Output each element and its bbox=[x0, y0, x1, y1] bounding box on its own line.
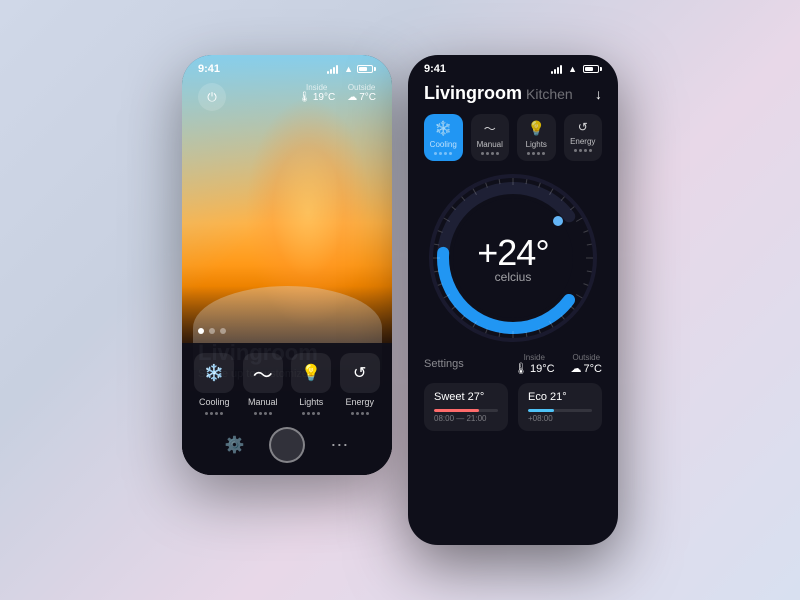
left-time: 9:41 bbox=[198, 63, 220, 75]
energy-label: Energy bbox=[345, 397, 374, 407]
cooling-dots bbox=[205, 412, 223, 415]
lights-label: Lights bbox=[299, 397, 323, 407]
right-status-icons: ▲ bbox=[551, 64, 602, 74]
manual-label: Manual bbox=[248, 397, 278, 407]
lights-tab-label: Lights bbox=[526, 140, 547, 149]
page-dots bbox=[198, 328, 376, 334]
thermostat-center: +24° celcius bbox=[477, 232, 548, 284]
right-battery-icon bbox=[583, 65, 602, 73]
right-wifi-icon: ▲ bbox=[568, 64, 577, 74]
manual-tab-icon: 〜 bbox=[484, 120, 496, 137]
temp-presets: Sweet 27° 08:00 — 21:00 Eco 21° +08:00 bbox=[408, 383, 618, 439]
left-status-icons: ▲ bbox=[327, 64, 376, 74]
tab-cooling[interactable]: ❄️ Cooling bbox=[424, 114, 463, 161]
preset-sweet-name: Sweet 27° bbox=[434, 391, 498, 403]
tab-manual[interactable]: 〜 Manual bbox=[471, 114, 510, 161]
right-outside-temp: Outside ☁ 7°C bbox=[571, 353, 602, 375]
preset-sweet[interactable]: Sweet 27° 08:00 — 21:00 bbox=[424, 383, 508, 431]
top-controls: ⏻ Inside 🌡 19°C Outside ☁ 7°C bbox=[198, 83, 376, 111]
preset-sweet-bar bbox=[434, 409, 498, 412]
manual-button[interactable]: 〜 Manual bbox=[239, 353, 288, 415]
cooling-tab-icon: ❄️ bbox=[435, 120, 452, 137]
energy-button[interactable]: ↺ Energy bbox=[336, 353, 385, 415]
preset-sweet-range: 08:00 — 21:00 bbox=[434, 414, 498, 423]
power-button[interactable]: ⏻ bbox=[198, 83, 226, 111]
preset-eco-range: +08:00 bbox=[528, 414, 592, 423]
left-phone: 9:41 ▲ ⏻ Inside bbox=[182, 55, 392, 475]
room-name-group: Livingroom Kitchen bbox=[424, 83, 573, 104]
bottom-info: Settings Inside 🌡 19°C Outside ☁ 7°C bbox=[408, 343, 618, 383]
dropdown-arrow-icon[interactable]: ↓ bbox=[595, 86, 602, 102]
lights-tab-icon: 💡 bbox=[528, 120, 545, 137]
thermostat-section: /* ticks generated below */ bbox=[408, 173, 618, 343]
room-main-title: Livingroom bbox=[424, 83, 522, 104]
control-buttons: ❄️ Cooling 〜 Manual bbox=[190, 353, 384, 415]
energy-tab-label: Energy bbox=[570, 137, 595, 146]
outside-temp: Outside ☁ 7°C bbox=[347, 83, 376, 111]
battery-icon bbox=[357, 65, 376, 73]
share-nav-icon[interactable]: ⋯ bbox=[324, 430, 354, 460]
cooling-tab-label: Cooling bbox=[430, 140, 457, 149]
dot-2 bbox=[209, 328, 215, 334]
cooling-label: Cooling bbox=[199, 397, 230, 407]
right-phone: 9:41 ▲ Livingroom Kitchen ↓ bbox=[408, 55, 618, 545]
lights-dots bbox=[302, 412, 320, 415]
preset-eco-bar bbox=[528, 409, 592, 412]
signal-icon bbox=[327, 65, 338, 74]
bottom-controls: ❄️ Cooling 〜 Manual bbox=[182, 343, 392, 475]
right-status-bar: 9:41 ▲ bbox=[408, 55, 618, 79]
preset-eco[interactable]: Eco 21° +08:00 bbox=[518, 383, 602, 431]
room-header: Livingroom Kitchen ↓ bbox=[408, 79, 618, 114]
right-time: 9:41 bbox=[424, 63, 446, 75]
energy-dots bbox=[351, 412, 369, 415]
right-inside-temp: Inside 🌡 19°C bbox=[514, 353, 555, 375]
right-signal-icon bbox=[551, 65, 562, 74]
settings-label[interactable]: Settings bbox=[424, 358, 464, 370]
energy-tab-dots bbox=[574, 149, 592, 152]
tab-lights[interactable]: 💡 Lights bbox=[517, 114, 556, 161]
manual-tab-dots bbox=[481, 152, 499, 155]
cooling-icon-wrap: ❄️ bbox=[194, 353, 234, 393]
manual-tab-label: Manual bbox=[477, 140, 503, 149]
cooling-button[interactable]: ❄️ Cooling bbox=[190, 353, 239, 415]
right-tabs: ❄️ Cooling 〜 Manual bbox=[408, 114, 618, 173]
lights-tab-dots bbox=[527, 152, 545, 155]
temperature-value: +24° bbox=[477, 232, 548, 274]
settings-nav-icon[interactable]: ⚙️ bbox=[220, 430, 250, 460]
cooling-tab-dots bbox=[434, 152, 452, 155]
thermostat-ring[interactable]: /* ticks generated below */ bbox=[428, 173, 598, 343]
left-status-bar: 9:41 ▲ bbox=[198, 63, 376, 75]
nav-bar: ⚙️ ⋯ bbox=[190, 423, 384, 467]
temperature-info: Inside 🌡 19°C Outside ☁ 7°C bbox=[298, 83, 376, 111]
lights-button[interactable]: 💡 Lights bbox=[287, 353, 336, 415]
dot-1 bbox=[198, 328, 204, 334]
energy-icon-wrap: ↺ bbox=[340, 353, 380, 393]
weather-group: Inside 🌡 19°C Outside ☁ 7°C bbox=[514, 353, 602, 375]
cloud-icon: ☁ bbox=[571, 362, 582, 375]
inside-temp: Inside 🌡 19°C bbox=[298, 83, 335, 111]
tab-energy[interactable]: ↺ Energy bbox=[564, 114, 603, 161]
wifi-icon: ▲ bbox=[344, 64, 353, 74]
manual-dots bbox=[254, 412, 272, 415]
home-nav-button[interactable] bbox=[269, 427, 305, 463]
lights-icon-wrap: 💡 bbox=[291, 353, 331, 393]
energy-tab-icon: ↺ bbox=[578, 120, 588, 134]
dot-3 bbox=[220, 328, 226, 334]
preset-eco-name: Eco 21° bbox=[528, 391, 592, 403]
thermometer-icon: 🌡 bbox=[514, 362, 528, 375]
room-sub-title: Kitchen bbox=[526, 86, 573, 102]
manual-icon-wrap: 〜 bbox=[243, 353, 283, 393]
